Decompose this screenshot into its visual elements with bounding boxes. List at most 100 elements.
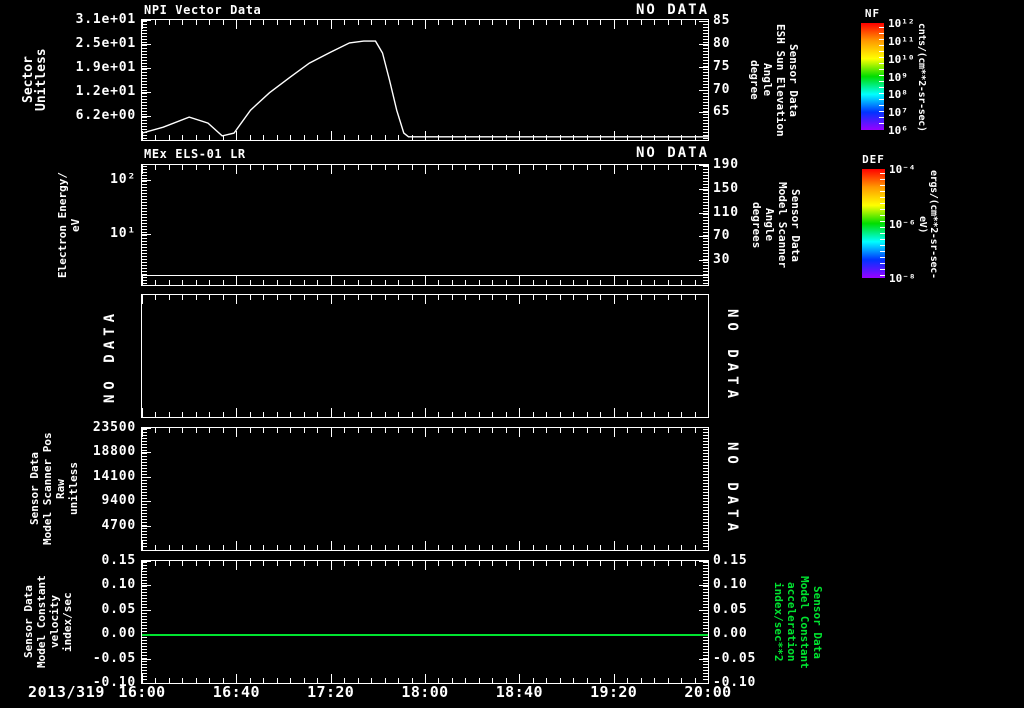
x-tick: [627, 561, 628, 566]
x-tick: [587, 561, 588, 566]
y-major-tick-left: [142, 477, 151, 478]
x-tick: [641, 561, 642, 566]
x-tick: [492, 295, 493, 300]
x-tick: [654, 545, 655, 550]
axis-title-line: eV: [69, 218, 82, 232]
colorbar-unit-label: ergs/(cm**2-sr-sec-eV): [917, 170, 939, 279]
x-tick: [209, 412, 210, 417]
axis-title-line: Model Scanner Pos: [41, 432, 54, 546]
x-tick: [654, 428, 655, 433]
left-axis-title: Electron Energy/eV: [56, 165, 86, 285]
axis-title-text: Sensor Data ESH Sun Elevation Angle degree: [742, 20, 800, 140]
x-tick: [385, 280, 386, 285]
x-tick: [425, 276, 426, 285]
x-tick: [331, 165, 332, 174]
x-tick: [546, 428, 547, 433]
x-tick: [627, 412, 628, 417]
x-tick: [250, 295, 251, 300]
x-tick: [614, 408, 615, 417]
x-tick: [344, 561, 345, 566]
x-tick: [277, 412, 278, 417]
x-tick: [465, 165, 466, 170]
y-minor-ticks-right: [703, 429, 708, 549]
x-tick: [209, 280, 210, 285]
colorbar-nf: [861, 23, 884, 130]
x-tick: [654, 165, 655, 170]
x-tick: [668, 165, 669, 170]
x-tick: [506, 165, 507, 170]
x-tick: [155, 295, 156, 300]
x-tick: [546, 295, 547, 300]
x-tick: [209, 295, 210, 300]
x-tick: [236, 165, 237, 174]
sun-elevation-curve: [142, 40, 708, 138]
x-tick: [236, 428, 237, 437]
x-tick: [641, 545, 642, 550]
x-tick: [600, 428, 601, 433]
x-tick: [385, 545, 386, 550]
y-minor-ticks-left: [142, 562, 147, 682]
x-tick: [277, 545, 278, 550]
x-tick: [169, 295, 170, 300]
x-tick: [169, 561, 170, 566]
x-tick: [452, 545, 453, 550]
x-tick: [560, 295, 561, 300]
x-tick: [641, 412, 642, 417]
x-tick: [614, 295, 615, 304]
science-multipanel-plot: NPI Vector Data NO DATA MEx ELS-01 LR NO…: [0, 0, 1024, 708]
x-tick: [668, 428, 669, 433]
axis-title-line: index/sec**2: [772, 582, 785, 662]
x-tick: [371, 280, 372, 285]
x-tick: [223, 280, 224, 285]
y-major-tick-right: [699, 189, 708, 190]
x-tick: [196, 280, 197, 285]
x-tick: [209, 561, 210, 566]
axis-title-line: degree: [748, 60, 761, 100]
x-tick: [209, 165, 210, 170]
y-major-tick-left: [142, 428, 151, 429]
x-tick: [573, 428, 574, 433]
plot-panel-4: [141, 427, 709, 551]
y-major-tick-left: [142, 452, 151, 453]
left-axis-title: NO DATA: [102, 295, 122, 417]
colorbar-tick-label: 10⁸: [888, 88, 908, 102]
x-tick: [304, 545, 305, 550]
axis-title-line: Model Constant: [798, 575, 811, 669]
x-tick: [519, 541, 520, 550]
x-tick: [425, 561, 426, 570]
colorbar-tick-label: 10⁻⁶: [889, 217, 916, 231]
y-major-tick-left: [142, 180, 151, 181]
x-tick: [277, 428, 278, 433]
y-minor-ticks-right: [703, 166, 708, 284]
x-tick: [641, 295, 642, 300]
colorbar-tick-label: 10¹²: [888, 17, 915, 30]
x-tick: [506, 545, 507, 550]
x-tick: [250, 561, 251, 566]
x-tick: [654, 280, 655, 285]
x-tick: [708, 20, 709, 29]
x-tick: [263, 428, 264, 433]
x-tick: [708, 276, 709, 285]
x-tick: [708, 131, 709, 140]
y-major-tick-right: [699, 260, 708, 261]
x-tick: [560, 561, 561, 566]
x-tick: [358, 545, 359, 550]
x-tick: [317, 295, 318, 300]
x-tick: [331, 541, 332, 550]
x-tick: [344, 428, 345, 433]
x-tick: [519, 408, 520, 417]
x-tick: [668, 412, 669, 417]
x-tick: [344, 545, 345, 550]
x-tick: [573, 412, 574, 417]
x-tick: [277, 561, 278, 566]
x-tick: [627, 280, 628, 285]
x-tick: [681, 295, 682, 300]
x-tick: [412, 295, 413, 300]
x-tick: [304, 295, 305, 300]
x-tick: [182, 545, 183, 550]
x-tick: [196, 165, 197, 170]
x-tick: [465, 561, 466, 566]
x-tick: [371, 428, 372, 433]
x-tick: [641, 428, 642, 433]
x-tick: [169, 280, 170, 285]
